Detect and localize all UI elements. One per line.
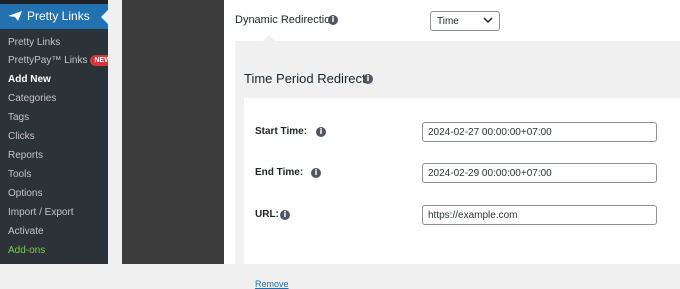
sidebar-item-pretty-links[interactable]: Pretty Links [8,37,60,48]
sidebar-item-import-export[interactable]: Import / Export [8,207,74,218]
sidebar-submenu: Pretty Links PrettyPay™ Links NEW Add New… [0,29,115,264]
sidebar-item-reports[interactable]: Reports [8,150,43,161]
url-input[interactable]: https://example.com [422,205,657,225]
dynamic-redirection-select[interactable]: Time [430,11,500,31]
info-icon[interactable]: i [316,127,326,137]
info-icon[interactable]: i [311,168,321,178]
sidebar-item-prettypay-links[interactable]: PrettyPay™ Links NEW [8,55,115,66]
link-options-panel: Dynamic Redirection i Time Time Period R… [224,0,680,289]
dynamic-redirection-label: Dynamic Redirection [235,14,337,26]
info-icon[interactable]: i [280,210,290,220]
info-icon[interactable]: i [328,15,338,25]
end-time-label: End Time: [255,167,304,178]
sidebar-item-options[interactable]: Options [8,188,42,199]
time-period-row: Start Time: i 2024-02-27 00:00:00+07:00 … [244,98,680,289]
pretty-links-logo-icon [8,11,22,21]
start-time-label: Start Time: [255,126,308,137]
chevron-down-icon [483,17,493,24]
remove-link[interactable]: Remove [255,279,289,289]
sidebar-item-categories[interactable]: Categories [8,93,56,104]
start-time-input[interactable]: 2024-02-27 00:00:00+07:00 [422,122,657,142]
time-period-panel: Time Period Redirects i Start Time: i 20… [235,35,680,289]
select-value: Time [437,16,459,27]
sidebar-gutter [108,0,122,264]
left-dark-panel [122,0,224,264]
url-label: URL: [255,209,279,220]
sidebar-item-activate[interactable]: Activate [8,226,44,237]
current-menu-caret [101,10,108,24]
time-period-title: Time Period Redirects [244,71,373,86]
sidebar-item-tags[interactable]: Tags [8,112,29,123]
sidebar-item-clicks[interactable]: Clicks [8,131,35,142]
sidebar-item-label: PrettyPay™ Links [8,55,88,66]
panel-notch [263,35,275,41]
info-icon[interactable]: i [363,74,373,84]
end-time-input[interactable]: 2024-02-29 00:00:00+07:00 [422,163,657,183]
sidebar-menu-label: Pretty Links [27,9,90,23]
sidebar-menu-pretty-links[interactable]: Pretty Links [0,4,108,29]
sidebar-item-tools[interactable]: Tools [8,169,31,180]
admin-sidebar: Pretty Links Pretty Links PrettyPay™ Lin… [0,0,115,264]
sidebar-item-add-ons[interactable]: Add-ons [8,245,45,256]
sidebar-item-add-new[interactable]: Add New [8,74,51,85]
